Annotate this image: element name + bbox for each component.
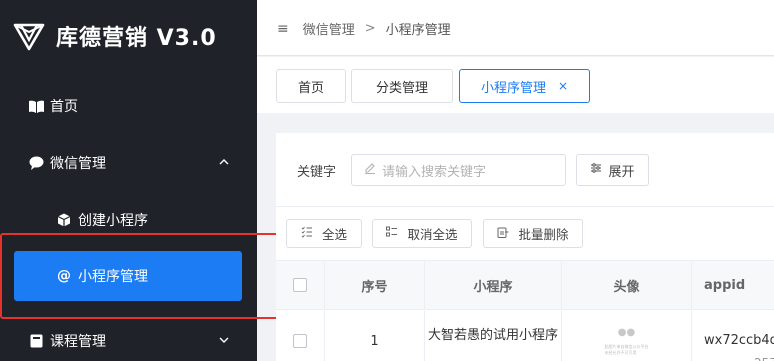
sidebar-item-course[interactable]: 课程管理 — [0, 321, 257, 361]
row-checkbox-cell — [276, 311, 325, 361]
tab-bar: 首页 分类管理 小程序管理 × — [257, 57, 774, 113]
sidebar-item-label: 首页 — [50, 99, 78, 115]
header-cell: 序号 — [325, 261, 425, 309]
row-name-cell: 大智若愚的试用小程序 — [425, 311, 562, 361]
at-icon: @ — [57, 268, 71, 284]
main-card: 关键字 请输入搜索关键字 展开 全选 取消全选 批量删除 序号 小程序 头像 a… — [276, 133, 774, 361]
chevron-up-icon — [219, 159, 229, 165]
expand-button[interactable]: 展开 — [576, 154, 649, 186]
list-icon — [386, 226, 398, 241]
table-row[interactable]: 1 大智若愚的试用小程序 ●● 此图片来自微信公众平台 未经允许不可引用 wx7… — [276, 311, 774, 361]
breadcrumb-separator: > — [364, 21, 376, 36]
header-cell: 头像 — [562, 261, 692, 309]
breadcrumb: ≡ 微信管理 > 小程序管理 — [277, 19, 451, 39]
wechat-icon: ●● — [617, 326, 636, 338]
expand-label: 展开 — [608, 164, 635, 180]
close-icon[interactable]: × — [558, 79, 568, 93]
header-cell: appid — [704, 277, 746, 293]
sidebar-item-wechat[interactable]: 微信管理 — [0, 143, 257, 183]
search-label: 关键字 — [297, 165, 337, 180]
sidebar-item-label: 课程管理 — [50, 334, 106, 350]
header-checkbox-cell — [276, 261, 325, 309]
chat-icon — [28, 155, 44, 171]
filter-icon — [590, 162, 602, 178]
table-header: 序号 小程序 头像 appid — [276, 260, 774, 310]
sidebar-item-mini-program-manage[interactable]: @ 小程序管理 — [14, 251, 242, 301]
book-icon — [28, 98, 44, 114]
sidebar-item-label: 创建小程序 — [78, 213, 148, 229]
header-cell: 小程序 — [425, 261, 562, 309]
checklist-icon — [301, 226, 313, 241]
batch-delete-label: 批量删除 — [518, 227, 569, 242]
divider — [276, 206, 774, 207]
row-appid: wx72ccb4d 2572 — [704, 311, 774, 361]
breadcrumb-current: 小程序管理 — [385, 23, 451, 38]
row-avatar-cell: ●● 此图片来自微信公众平台 未经允许不可引用 — [562, 311, 692, 361]
sidebar-item-home[interactable]: 首页 — [0, 86, 257, 126]
logo-icon — [13, 23, 45, 51]
avatar-caption: 此图片来自微信公众平台 未经允许不可引用 — [604, 343, 649, 355]
sidebar-item-label: 微信管理 — [50, 156, 106, 172]
app-title: 库德营销 V3.0 — [56, 26, 217, 51]
tab-label: 首页 — [297, 80, 324, 96]
top-header: ≡ 微信管理 > 小程序管理 — [257, 0, 774, 56]
delete-icon — [497, 226, 509, 241]
chevron-down-icon — [219, 337, 229, 343]
deselect-all-button[interactable]: 取消全选 — [372, 219, 472, 248]
menu-toggle-icon[interactable]: ≡ — [277, 21, 289, 37]
tab-category-manage[interactable]: 分类管理 — [351, 69, 453, 103]
tab-label: 小程序管理 — [480, 80, 546, 96]
avatar: ●● 此图片来自微信公众平台 未经允许不可引用 — [605, 321, 649, 361]
row-appid-sub: 2572 — [704, 351, 774, 361]
row-checkbox[interactable] — [293, 334, 307, 348]
batch-delete-button[interactable]: 批量删除 — [483, 219, 583, 248]
deselect-all-label: 取消全选 — [407, 227, 458, 242]
select-all-button[interactable]: 全选 — [286, 219, 362, 248]
row-index: 1 — [325, 311, 425, 361]
select-all-label: 全选 — [321, 227, 347, 242]
cube-icon — [56, 212, 72, 228]
tab-mini-program-manage[interactable]: 小程序管理 × — [459, 69, 590, 103]
notebook-icon — [28, 333, 44, 349]
row-name: 大智若愚的试用小程序 — [427, 328, 558, 343]
select-all-checkbox[interactable] — [293, 278, 307, 292]
search-placeholder: 请输入搜索关键字 — [382, 164, 487, 180]
row-appid-value: wx72ccb4d — [704, 333, 774, 348]
sidebar: 库德营销 V3.0 首页 微信管理 创建小程序 @ 小程序管理 课程管理 — [0, 0, 257, 361]
breadcrumb-parent[interactable]: 微信管理 — [303, 19, 355, 38]
row-appid-cell: wx72ccb4d 2572 — [692, 311, 774, 361]
sidebar-item-create-mini-program[interactable]: 创建小程序 — [0, 200, 257, 240]
sidebar-item-label: 小程序管理 — [78, 269, 148, 285]
tab-label: 分类管理 — [375, 80, 428, 96]
edit-icon — [364, 162, 376, 178]
tab-home[interactable]: 首页 — [276, 69, 346, 103]
search-input[interactable]: 请输入搜索关键字 — [351, 154, 566, 186]
app-logo[interactable]: 库德营销 V3.0 — [12, 18, 217, 54]
